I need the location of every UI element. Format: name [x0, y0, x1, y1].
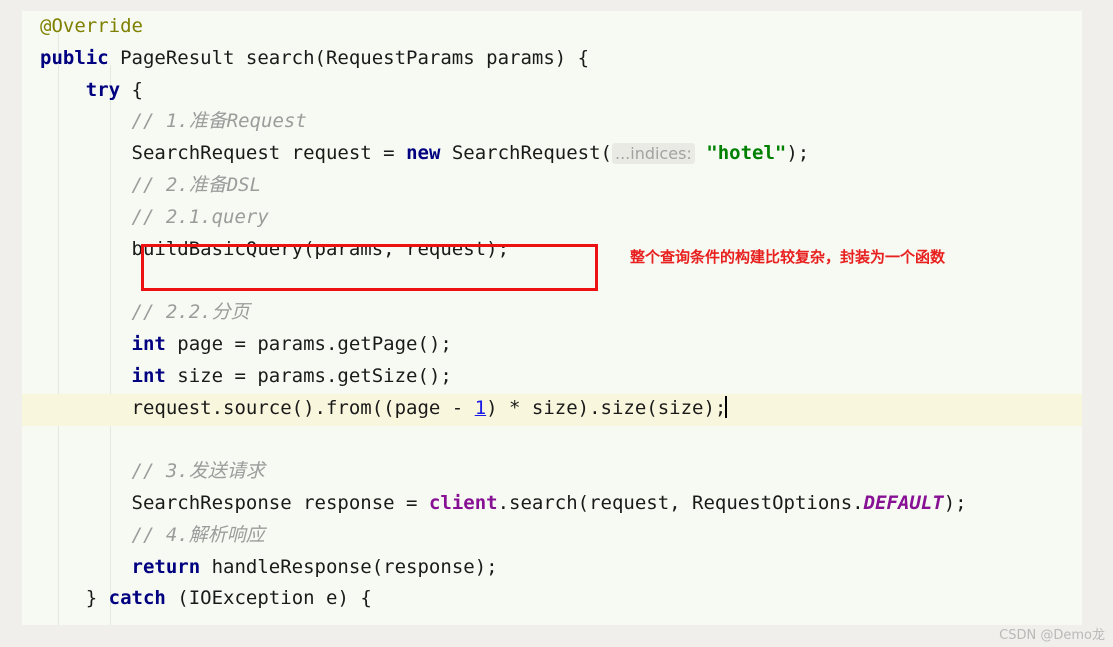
code-token-cmt: // 3.发送请求: [131, 460, 265, 483]
parameter-hint: ...indices:: [611, 143, 695, 165]
code-line[interactable]: SearchResponse response = client.search(…: [22, 488, 1082, 520]
code-token-kw: int: [131, 364, 166, 387]
code-token-plain: PageResult search(RequestParams params) …: [108, 46, 590, 69]
code-line[interactable]: int page = params.getPage();: [22, 329, 1082, 361]
code-line[interactable]: [22, 424, 1082, 456]
code-token-cmt: // 2.2.分页: [131, 301, 250, 324]
code-token-plain: );: [943, 491, 967, 514]
code-token-plain: SearchRequest(: [440, 142, 612, 165]
code-editor-panel[interactable]: @Override public PageResult search(Reques…: [22, 11, 1082, 625]
code-line[interactable]: request.source().from((page - 1) * size)…: [22, 393, 1082, 425]
code-line[interactable]: } catch (IOException e) {: [22, 583, 1082, 615]
watermark: CSDN @Demo龙: [999, 628, 1105, 643]
code-token-plain: request.source().from((page -: [131, 396, 475, 419]
code-token-kw: new: [406, 142, 441, 165]
code-line[interactable]: // 4.解析响应: [22, 520, 1082, 552]
code-token-kw: catch: [108, 587, 166, 610]
code-token-plain: ) * size).size(size);: [486, 396, 727, 419]
text-caret: [725, 395, 728, 418]
code-token-plain: SearchRequest request =: [131, 142, 407, 165]
code-token-plain: handleResponse(response);: [200, 555, 498, 578]
code-token-kw: public: [40, 46, 109, 69]
code-token-plain: {: [120, 78, 143, 101]
code-line[interactable]: return handleResponse(response);: [22, 552, 1082, 584]
code-token-plain: buildBasicQuery(params, request);: [131, 237, 510, 260]
code-token-kw: return: [131, 555, 201, 578]
code-token-plain: page = params.getPage();: [165, 332, 452, 355]
code-line[interactable]: [22, 265, 1082, 297]
code-line[interactable]: // 2.2.分页: [22, 297, 1082, 329]
code-token-plain: );: [786, 142, 810, 165]
code-text-layer[interactable]: @Override public PageResult search(Reques…: [22, 11, 1082, 625]
annotation-red-note: 整个查询条件的构建比较复杂，封装为一个函数: [630, 248, 946, 266]
code-token-cmt: // 4.解析响应: [131, 523, 265, 546]
code-line[interactable]: public PageResult search(RequestParams p…: [22, 43, 1082, 75]
code-token-str: "hotel": [706, 142, 787, 165]
code-token-kw: try: [85, 78, 121, 101]
code-token-cmt: // 1.准备Request: [131, 110, 307, 133]
code-token-statfield: DEFAULT: [863, 491, 944, 514]
screenshot-root: { "editor": { "language": "java", "backg…: [0, 0, 1113, 647]
code-token-plain: }: [85, 587, 109, 610]
code-token-anno: @Override: [40, 15, 143, 37]
code-line[interactable]: SearchRequest request = new SearchReques…: [22, 138, 1082, 170]
code-line[interactable]: int size = params.getSize();: [22, 361, 1082, 393]
code-token-plain: size = params.getSize();: [165, 364, 452, 387]
code-line[interactable]: // 3.发送请求: [22, 456, 1082, 488]
code-line[interactable]: // 1.准备Request: [22, 106, 1082, 138]
code-token-field: client: [428, 491, 498, 514]
code-token-plain: SearchResponse response =: [131, 491, 429, 514]
code-line[interactable]: @Override: [22, 11, 1082, 43]
code-token-cmt: // 2.1.query: [131, 205, 269, 228]
code-line[interactable]: // 2.准备DSL: [22, 170, 1082, 202]
code-token-plain: .search(request, RequestOptions.: [497, 491, 864, 514]
code-line[interactable]: // 2.1.query: [22, 202, 1082, 234]
code-line[interactable]: try {: [22, 75, 1082, 107]
code-token-cmt: // 2.准备DSL: [131, 173, 262, 196]
code-token-kw: int: [131, 332, 166, 355]
code-token-plain: (IOException e) {: [165, 587, 372, 610]
code-token-num: 1: [474, 396, 487, 419]
